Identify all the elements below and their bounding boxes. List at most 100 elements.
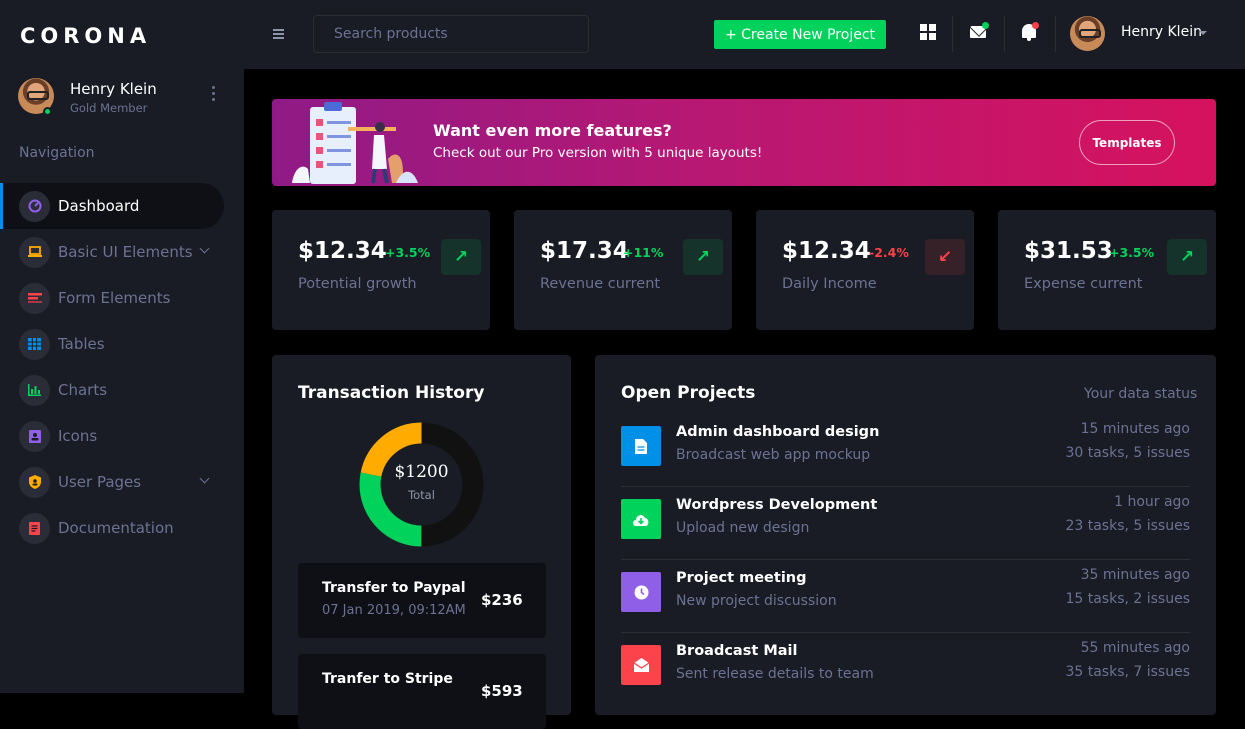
file-icon [621,426,661,466]
sidebar-item-icons[interactable]: Icons [0,413,244,459]
sidebar-item-documentation[interactable]: Documentation [0,505,244,551]
sidebar-item-charts[interactable]: Charts [0,367,244,413]
project-title: Wordpress Development [676,497,878,513]
chevron-down-icon [199,243,210,254]
project-tasks: 30 tasks, 5 issues [1065,445,1190,461]
caret-down-icon[interactable] [1199,31,1207,35]
stat-value: $31.53 [1024,238,1113,264]
stat-card: $12.34 +3.5% Potential growth ↗ [272,210,490,330]
stat-label: Expense current [1024,276,1143,292]
sidebar-item-label: User Pages [58,473,142,491]
email-open-icon [621,645,661,685]
sidebar-item-label: Form Elements [58,289,171,307]
templates-button[interactable]: Templates [1079,120,1175,165]
cloud-download-icon [621,499,661,539]
arrow-up-right-icon: ↗ [441,239,481,275]
sidebar-item-dashboard[interactable]: Dashboard [0,183,224,229]
divider [1055,16,1056,52]
sidebar-item-form-elements[interactable]: Form Elements [0,275,244,321]
project-time: 15 minutes ago [1080,421,1190,437]
document-icon [19,512,50,544]
project-item[interactable]: Broadcast Mail Sent release details to t… [621,633,1190,706]
clipboard-illustration [292,102,418,184]
notification-badge-dot [1032,22,1039,29]
sidebar-item-label: Icons [58,427,98,445]
contacts-icon [19,420,50,452]
transaction-item[interactable]: Tranfer to Stripe $593 [298,654,546,729]
profile-role: Gold Member [70,101,148,115]
project-item[interactable]: Project meeting New project discussion 3… [621,560,1190,633]
stat-value: $12.34 [782,238,871,264]
project-time: 35 minutes ago [1080,567,1190,583]
transaction-amount: $593 [481,682,523,700]
project-time: 55 minutes ago [1080,640,1190,656]
email-badge-dot [982,22,989,29]
stat-value: $17.34 [540,238,629,264]
brand-logo[interactable]: CORONA [20,24,151,48]
project-tasks: 15 tasks, 2 issues [1065,591,1190,607]
stat-label: Daily Income [782,276,877,292]
shield-icon [19,466,50,498]
sidebar-profile[interactable]: Henry Klein Gold Member [18,78,228,118]
arrow-up-right-icon: ↗ [1167,239,1207,275]
project-tasks: 23 tasks, 5 issues [1065,518,1190,534]
stat-label: Revenue current [540,276,661,292]
sidebar-item-user-pages[interactable]: User Pages [0,459,244,505]
transaction-date: 07 Jan 2019, 09:12AM [322,603,466,618]
sidebar-item-label: Documentation [58,519,174,537]
sidebar-item-tables[interactable]: Tables [0,321,244,367]
donut-total-amount: $1200 [394,462,449,482]
nav-title: Navigation [19,145,95,161]
stat-change: -2.4% [869,245,909,260]
stat-card: $17.34 +11% Revenue current ↗ [514,210,732,330]
open-projects-card: Open Projects Your data status Admin das… [595,355,1216,715]
arrow-up-right-icon: ↗ [683,239,723,275]
transaction-amount: $236 [481,591,523,609]
speedometer-icon [19,190,50,222]
sidebar-item-basic-ui[interactable]: Basic UI Elements [0,229,244,275]
sidebar-item-label: Dashboard [58,197,140,215]
laptop-icon [19,236,50,268]
topbar: + Create New Project Henry Klein [244,0,1245,69]
stat-change: +3.5% [385,245,431,260]
profile-name: Henry Klein [70,80,157,98]
transaction-donut-chart [359,422,484,547]
banner-title: Want even more features? [433,121,672,140]
project-time: 1 hour ago [1114,494,1190,510]
project-title: Broadcast Mail [676,643,798,659]
table-icon [19,328,50,360]
stat-value: $12.34 [298,238,387,264]
transaction-item[interactable]: Transfer to Paypal 07 Jan 2019, 09:12AM … [298,563,546,638]
chart-icon [19,374,50,406]
banner-subtitle: Check out our Pro version with 5 unique … [433,145,763,161]
stat-card: $12.34 -2.4% Daily Income ↙ [756,210,974,330]
transaction-name: Tranfer to Stripe [322,671,453,687]
sidebar-nav: Dashboard Basic UI Elements Form Element… [0,183,244,551]
project-subtitle: New project discussion [676,593,837,609]
menu-icon[interactable] [273,29,284,41]
more-vertical-icon[interactable] [210,86,216,106]
stat-card: $31.53 +3.5% Expense current ↗ [998,210,1216,330]
chevron-down-icon [199,473,210,484]
stat-label: Potential growth [298,276,417,292]
stat-change: +3.5% [1109,245,1155,260]
sidebar-item-label: Charts [58,381,108,399]
card-title: Open Projects [621,383,756,403]
project-subtitle: Upload new design [676,520,810,536]
transaction-history-card: Transaction History $1200 Total Transfer… [272,355,571,729]
project-item[interactable]: Admin dashboard design Broadcast web app… [621,414,1190,487]
create-project-button[interactable]: + Create New Project [714,20,886,49]
divider [1004,16,1005,52]
project-item[interactable]: Wordpress Development Upload new design … [621,487,1190,560]
card-title: Transaction History [298,383,485,403]
grid-icon[interactable] [920,24,936,40]
transaction-name: Transfer to Paypal [322,580,466,596]
divider [952,16,953,52]
stat-change: +11% [623,245,664,260]
avatar[interactable] [1070,16,1105,51]
user-name[interactable]: Henry Klein [1121,24,1202,40]
search-input[interactable] [313,15,589,53]
sidebar-item-label: Basic UI Elements [58,243,193,261]
donut-total-label: Total [408,488,435,502]
project-subtitle: Broadcast web app mockup [676,447,871,463]
